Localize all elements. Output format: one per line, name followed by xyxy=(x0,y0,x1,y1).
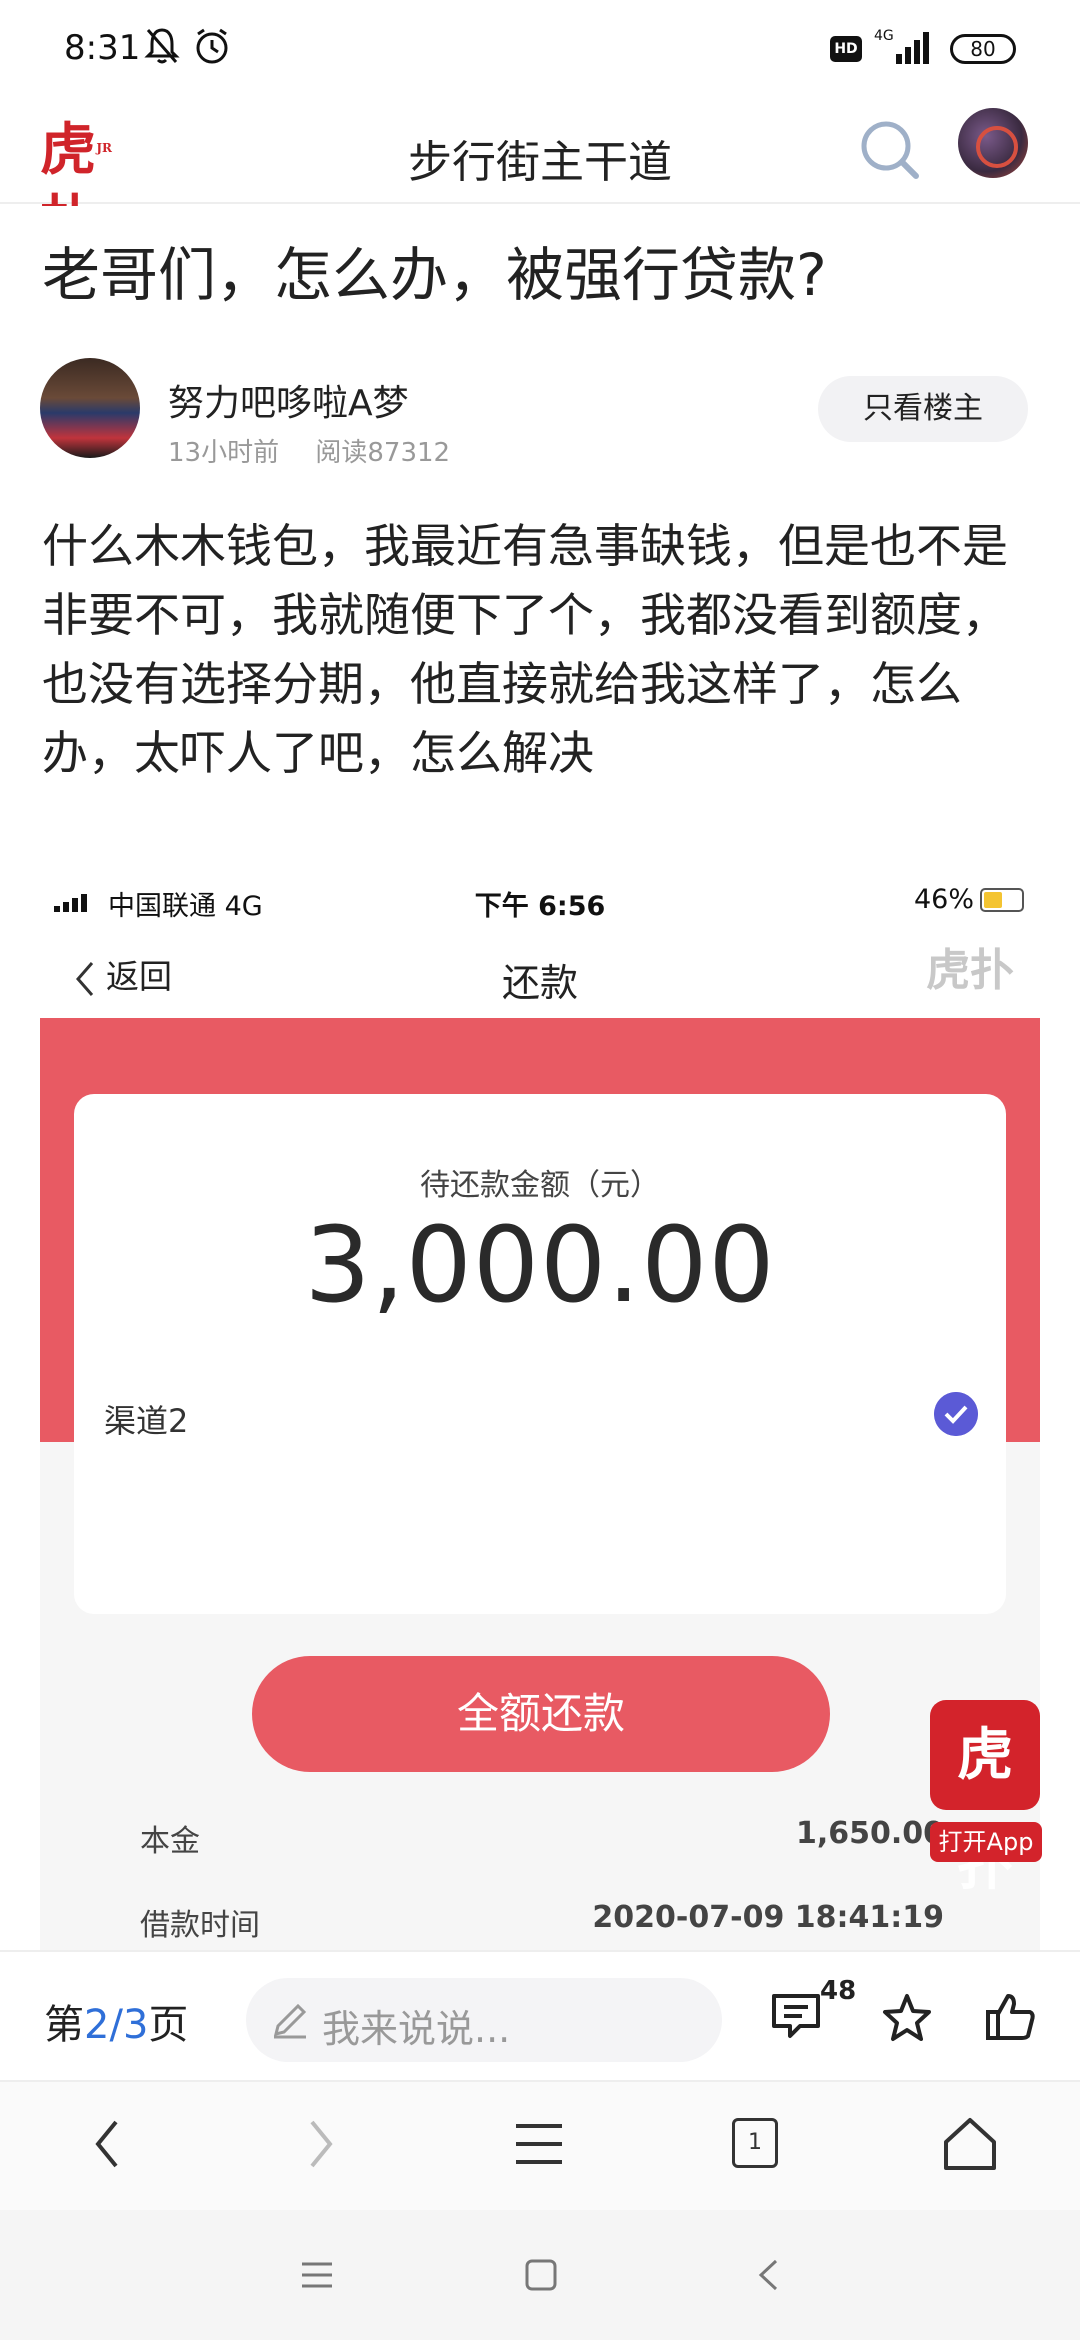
page-suffix: 页 xyxy=(148,2002,189,2048)
embedded-amount-card: 待还款金额（元） 3,000.00 渠道2 xyxy=(74,1094,1006,1614)
page-prefix: 第 xyxy=(44,2002,84,2048)
forward-icon[interactable] xyxy=(306,2116,336,2172)
recents-icon[interactable] xyxy=(300,2258,334,2292)
post-title: 老哥们，怎么办，被强行贷款? xyxy=(42,241,827,309)
status-bar: 8:31 HD 4G 80 xyxy=(0,0,1080,96)
status-time: 8:31 xyxy=(64,28,141,68)
author-name[interactable]: 努力吧哆啦A梦 xyxy=(168,374,409,426)
hupu-app-icon[interactable]: 虎扑 xyxy=(930,1700,1040,1898)
post-body: 什么木木钱包，我最近有急事缺钱，但是也不是非要不可，我就随便下了个，我都没看到额… xyxy=(42,519,1008,780)
home-icon[interactable] xyxy=(942,2116,998,2172)
back-icon[interactable] xyxy=(92,2116,122,2172)
hd-icon: HD xyxy=(830,36,862,62)
embedded-row-label: 借款时间 xyxy=(140,1908,260,1943)
embedded-time: 下午 6:56 xyxy=(474,891,606,922)
post-meta: 13小时前 阅读87312 xyxy=(168,432,478,469)
embedded-row-loan-time: 借款时间 2020-07-09 18:41:19 xyxy=(140,1900,944,1944)
tabs-button[interactable]: 1 xyxy=(732,2118,778,2168)
menu-icon[interactable] xyxy=(514,2116,564,2172)
alarm-icon xyxy=(196,28,228,64)
thumbs-up-icon[interactable] xyxy=(984,1990,1038,2044)
embedded-row-value: 2020-07-09 18:41:19 xyxy=(592,1900,944,1935)
post-reads: 阅读87312 xyxy=(315,438,451,468)
embedded-title: 还款 xyxy=(501,961,578,1005)
battery-icon: 80 xyxy=(950,34,1016,64)
page-total: 3 xyxy=(122,2002,149,2048)
embedded-row-value: 1,650.00 xyxy=(795,1816,944,1851)
embedded-amount-label: 待还款金额（元） xyxy=(420,1168,660,1203)
open-app-button[interactable]: 打开App xyxy=(930,1822,1042,1862)
reply-input[interactable]: 我来说说... xyxy=(246,1978,722,2062)
home-square-icon[interactable] xyxy=(524,2258,558,2292)
page-indicator[interactable]: 第2/3页 xyxy=(44,1992,188,2050)
system-nav-bar xyxy=(0,2210,1080,2340)
post-content[interactable]: 老哥们，怎么办，被强行贷款? 努力吧哆啦A梦 13小时前 阅读87312 只看楼… xyxy=(0,206,1080,1950)
system-back-icon[interactable] xyxy=(756,2258,780,2292)
comment-count: 48 xyxy=(820,1976,857,2006)
comment-icon[interactable] xyxy=(770,1990,822,2042)
embedded-watermark: 虎扑 xyxy=(926,945,1014,996)
embedded-row-label: 本金 xyxy=(140,1824,200,1859)
page-current: 2 xyxy=(84,2002,110,2048)
only-op-button[interactable]: 只看楼主 xyxy=(818,376,1028,442)
post-image[interactable]: 中国联通 4G 下午 6:56 46% 返回 还款 虎扑 待还款金额（元） 3,… xyxy=(40,872,1040,1950)
post-toolbar: 第2/3页 我来说说... 48 xyxy=(0,1950,1080,2080)
app-header: 虎扑 JR 步行街主干道 xyxy=(0,96,1080,255)
embedded-row-principal: 本金 1,650.00 xyxy=(140,1816,944,1860)
embedded-nav-bar: 返回 还款 虎扑 xyxy=(40,928,1040,1018)
embedded-channel: 渠道2 xyxy=(104,1402,189,1440)
star-icon[interactable] xyxy=(880,1992,934,2044)
network-type: 4G xyxy=(874,28,894,44)
embedded-battery-text: 46% xyxy=(913,884,974,915)
pencil-icon xyxy=(273,2003,307,2039)
embedded-amount: 3,000.00 xyxy=(304,1204,776,1326)
signal-icon xyxy=(896,32,929,64)
search-icon[interactable] xyxy=(850,110,930,190)
embedded-status-bar: 中国联通 4G 下午 6:56 46% xyxy=(40,872,1040,928)
page-separator: / xyxy=(109,2002,123,2048)
author-avatar[interactable] xyxy=(40,358,140,458)
user-avatar[interactable] xyxy=(958,108,1028,178)
bell-muted-icon xyxy=(144,28,180,64)
post-time: 13小时前 xyxy=(168,438,280,468)
embedded-repay-button: 全额还款 xyxy=(252,1656,830,1772)
embedded-battery-icon xyxy=(980,888,1024,912)
reply-placeholder: 我来说说... xyxy=(322,2007,511,2051)
check-circle-icon xyxy=(934,1392,978,1436)
browser-nav-bar: 1 xyxy=(0,2080,1080,2210)
